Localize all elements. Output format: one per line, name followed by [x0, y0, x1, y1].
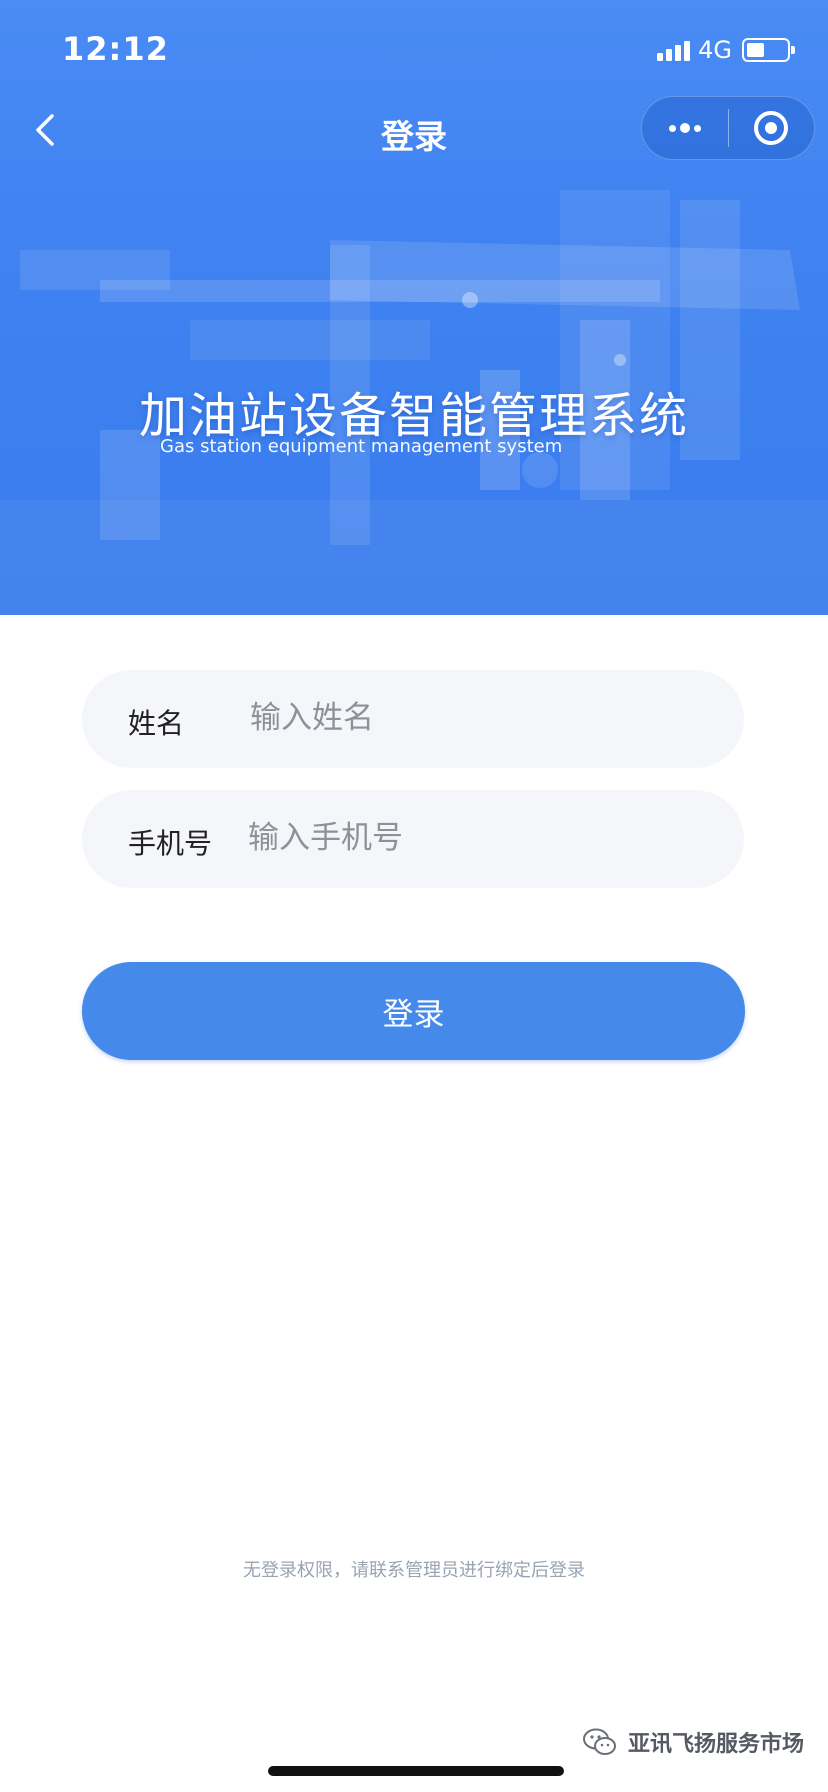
phone-input[interactable]	[248, 808, 708, 868]
signal-icon	[657, 39, 691, 61]
battery-level	[747, 43, 765, 57]
wechat-icon	[582, 1728, 616, 1755]
more-icon[interactable]	[642, 96, 728, 160]
status-indicators: 4G	[657, 36, 795, 64]
home-indicator[interactable]	[268, 1766, 564, 1776]
hero-banner: 12:12 4G 登录 加油站设备智能管理系统 Gas station equi…	[0, 0, 828, 615]
network-type: 4G	[698, 36, 732, 64]
nav-bar: 登录	[0, 96, 828, 164]
login-button[interactable]: 登录	[82, 962, 745, 1060]
phone-field: 手机号	[82, 790, 744, 888]
name-input[interactable]	[250, 688, 710, 748]
watermark-text: 亚讯飞扬服务市场	[627, 1732, 804, 1757]
mini-program-capsule	[641, 96, 815, 160]
phone-label: 手机号	[128, 827, 213, 860]
watermark: 亚讯飞扬服务市场	[582, 1726, 804, 1758]
status-time: 12:12	[62, 30, 169, 68]
status-bar: 12:12 4G	[0, 0, 828, 96]
target-icon[interactable]	[729, 96, 815, 160]
name-field: 姓名	[82, 670, 744, 768]
permission-hint: 无登录权限，请联系管理员进行绑定后登录	[243, 1560, 585, 1581]
name-label: 姓名	[128, 707, 185, 740]
battery-icon	[742, 38, 795, 62]
hero-subtitle: Gas station equipment management system	[160, 436, 563, 457]
